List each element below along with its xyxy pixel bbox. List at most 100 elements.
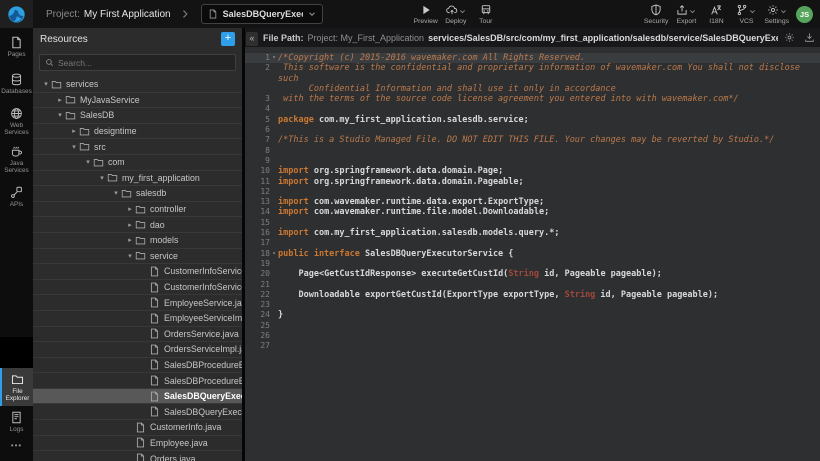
sidebar-more-button[interactable]: ••• (0, 441, 33, 450)
tree-item-com[interactable]: ▾com (33, 155, 242, 171)
tree-item-employeeserviceimpl-java[interactable]: EmployeeServiceImpl.java (33, 311, 242, 327)
settings-button[interactable]: Settings (761, 0, 792, 28)
tree-caret-icon: ▾ (97, 174, 107, 182)
sidebar-item-web-services[interactable]: Web Services (0, 102, 33, 140)
fold-marker-icon (270, 125, 278, 135)
tree-item-customerinfoserviceimpl-java[interactable]: CustomerInfoServiceImpl.java (33, 280, 242, 296)
sidebar-item-apis[interactable]: APIs (0, 178, 33, 215)
fold-marker-icon (270, 166, 278, 176)
tree-item-ordersservice-java[interactable]: OrdersService.java (33, 327, 242, 343)
tree-item-ordersserviceimpl-java[interactable]: OrdersServiceImpl.java (33, 342, 242, 358)
code-line: 16import com.my_first_application.salesd… (245, 228, 820, 238)
fold-marker-icon (270, 115, 278, 125)
chevron-down-icon (780, 8, 787, 15)
toolbar-action-label: Tour (479, 18, 492, 25)
tree-item-salesdbqueryexecutorservice-java[interactable]: SalesDBQueryExecutorService.java (33, 389, 242, 405)
cloud-upload-icon (446, 4, 458, 16)
folder-icon (93, 157, 104, 168)
folder-icon (135, 219, 146, 230)
code-line: 15 (245, 218, 820, 228)
code-line: 8 (245, 146, 820, 156)
tree-item-designtime[interactable]: ▸designtime (33, 124, 242, 140)
tree-item-customerinfo-java[interactable]: CustomerInfo.java (33, 420, 242, 436)
add-resource-button[interactable]: + (221, 32, 235, 46)
editor-settings-icon[interactable] (784, 32, 795, 43)
line-number: 27 (245, 341, 270, 351)
fold-marker-icon (270, 177, 278, 187)
file-tab-dropdown[interactable]: SalesDBQueryExec... (201, 4, 323, 24)
tree-item-customerinfoservice-java[interactable]: CustomerInfoService.java (33, 264, 242, 280)
file-path-project: Project: My_First_Application (308, 33, 425, 43)
top-bar: Project: My First Application SalesDBQue… (0, 0, 820, 28)
tree-item-src[interactable]: ▾src (33, 139, 242, 155)
tree-caret-icon: ▸ (125, 205, 135, 213)
code-line: 22 Downloadable exportGetCustId(ExportTy… (245, 290, 820, 300)
file-tree: ▾services▸MyJavaService▾SalesDB▸designti… (33, 77, 242, 461)
resources-header: Resources + (33, 28, 242, 50)
code-text: import org.springframework.data.domain.P… (278, 166, 503, 176)
tour-button[interactable]: Tour (471, 0, 501, 28)
tree-item-service[interactable]: ▾service (33, 249, 242, 265)
user-avatar[interactable]: JS (796, 6, 813, 23)
tree-item-employee-java[interactable]: Employee.java (33, 436, 242, 452)
deploy-button[interactable]: Deploy (441, 0, 471, 28)
fold-marker-icon[interactable]: ▾ (270, 249, 278, 259)
collapse-panel-button[interactable]: « (246, 32, 258, 46)
tree-item-label: SalesDBProcedureExecutorServiceImpl.java (164, 376, 242, 386)
toolbar-action-label: I18N (709, 18, 723, 25)
sidebar-item-java-services[interactable]: Java Services (0, 140, 33, 178)
code-line: 7/*This is a Studio Managed File. DO NOT… (245, 135, 820, 145)
code-area[interactable]: 1▾/*Copyright (c) 2015-2016 wavemaker.co… (245, 47, 820, 455)
sidebar-item-pages[interactable]: Pages (0, 28, 33, 65)
download-file-icon[interactable] (804, 32, 815, 43)
tree-item-salesdbprocedureexecutorserviceimpl-java[interactable]: SalesDBProcedureExecutorServiceImpl.java (33, 373, 242, 389)
sidebar-item-databases[interactable]: Databases (0, 65, 33, 102)
tree-item-employeeservice-java[interactable]: EmployeeService.java (33, 295, 242, 311)
preview-button[interactable]: Preview (411, 0, 441, 28)
tree-item-orders-java[interactable]: Orders.java (33, 451, 242, 461)
tree-item-services[interactable]: ▾services (33, 77, 242, 93)
code-text: import com.my_first_application.salesdb.… (278, 228, 559, 238)
tree-item-models[interactable]: ▸models (33, 233, 242, 249)
chevron-down-icon (459, 8, 466, 15)
fold-marker-icon[interactable]: ▾ (270, 53, 278, 63)
fold-marker-icon (270, 280, 278, 290)
file-path-bar: File Path: Project: My_First_Application… (245, 28, 820, 47)
line-number: 11 (245, 177, 270, 187)
tree-item-my-first-application[interactable]: ▾my_first_application (33, 171, 242, 187)
vcs-button[interactable]: VCS (731, 0, 761, 28)
tree-item-salesdbqueryexecutorserviceimpl-java[interactable]: SalesDBQueryExecutorServiceImpl.java (33, 404, 242, 420)
security-button[interactable]: Security (641, 0, 672, 28)
tree-item-controller[interactable]: ▸controller (33, 202, 242, 218)
tree-caret-icon: ▾ (55, 111, 65, 119)
code-line: 27 (245, 341, 820, 351)
fold-marker-icon (270, 310, 278, 320)
line-number: 22 (245, 290, 270, 300)
code-text: This software is the confidential and pr… (278, 63, 820, 94)
fold-marker-icon (270, 290, 278, 300)
search-placeholder: Search... (58, 58, 92, 68)
tree-item-label: SalesDBProcedureExecutorService.java (164, 360, 242, 370)
wavemaker-logo[interactable] (0, 0, 33, 28)
folder-icon (79, 141, 90, 152)
sidebar-item-file-explorer[interactable]: File Explorer (0, 368, 33, 406)
line-number: 20 (245, 269, 270, 279)
tree-item-label: SalesDBQueryExecutorService.java (164, 391, 242, 401)
folder-icon (11, 373, 24, 386)
export-button[interactable]: Export (671, 0, 701, 28)
tree-item-myjavaservice[interactable]: ▸MyJavaService (33, 93, 242, 109)
file-icon (149, 328, 160, 339)
sidebar-bottom-group: File ExplorerLogs (0, 368, 33, 437)
i18n-button[interactable]: I18N (701, 0, 731, 28)
search-input[interactable]: Search... (39, 54, 236, 71)
tree-item-salesdb[interactable]: ▾salesdb (33, 186, 242, 202)
project-breadcrumb[interactable]: Project: My First Application (46, 9, 171, 20)
tree-item-salesdb[interactable]: ▾SalesDB (33, 108, 242, 124)
coffee-icon (10, 145, 23, 158)
tree-item-salesdbprocedureexecutorservice-java[interactable]: SalesDBProcedureExecutorService.java (33, 358, 242, 374)
code-text: with the terms of the source code licens… (278, 94, 739, 104)
tree-item-dao[interactable]: ▸dao (33, 217, 242, 233)
code-line: 14import com.wavemaker.runtime.file.mode… (245, 207, 820, 217)
export-icon (676, 4, 688, 16)
sidebar-item-logs[interactable]: Logs (0, 406, 33, 437)
